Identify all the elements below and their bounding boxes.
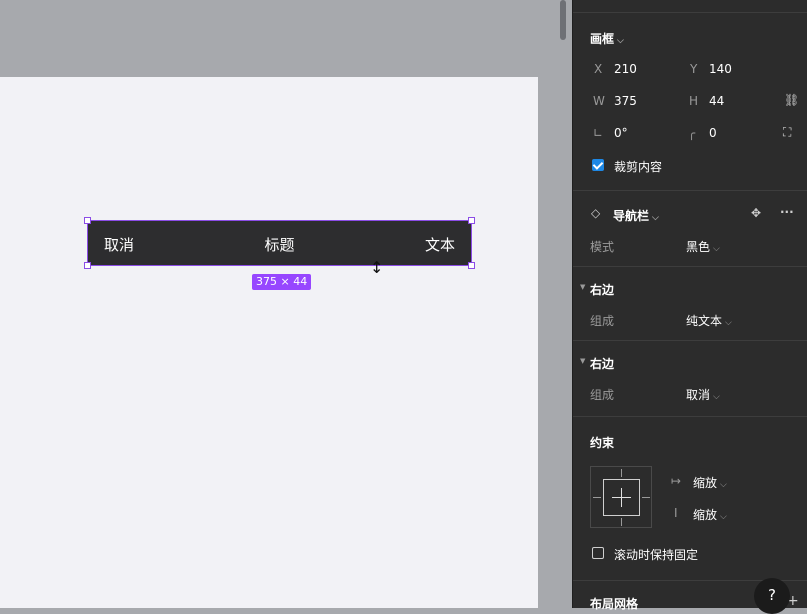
divider — [573, 340, 807, 341]
constrain-proportions-icon[interactable]: ⛓ — [784, 93, 799, 107]
horizontal-constraint-icon: ↦ — [671, 474, 682, 488]
right-side-2-title: 右边 — [590, 357, 615, 371]
chevron-down-icon: ⌵ — [720, 512, 727, 522]
go-to-main-component-icon[interactable]: ✥ — [751, 206, 761, 220]
corner-radius-icon: ╭ — [688, 126, 696, 140]
constraint-bottom-line[interactable] — [621, 518, 622, 526]
chevron-down-icon: ⌵ — [725, 318, 732, 328]
y-input[interactable]: 140 — [709, 62, 732, 76]
frame-section-title[interactable]: 画框 ⌵ — [590, 30, 624, 47]
properties-panel: 画框 ⌵ X 210 Y 140 W 375 H 44 ⛓ ∟ 0° ╭ 0 ⛶ … — [572, 0, 807, 614]
independent-corners-icon[interactable]: ⛶ — [783, 125, 791, 140]
navbar-title-text: 标题 — [264, 236, 295, 254]
y-label: Y — [690, 62, 698, 76]
component-title-label: 导航栏 — [613, 209, 650, 223]
compose-1-label: 组成 — [590, 314, 615, 328]
constraint-center-horizontal[interactable] — [612, 497, 631, 498]
constraint-widget[interactable] — [590, 466, 652, 528]
component-instance-icon: ◇ — [591, 206, 601, 220]
compose-2-value: 取消 — [686, 388, 711, 402]
rotation-input[interactable]: 0° — [614, 126, 628, 140]
constraint-top-line[interactable] — [621, 469, 622, 477]
constraint-left-line[interactable] — [593, 497, 601, 498]
navbar-right-text: 文本 — [424, 236, 455, 254]
resize-handle-bottom-right[interactable] — [468, 262, 475, 269]
more-options-icon[interactable]: ··· — [780, 205, 794, 219]
constraint-right-line[interactable] — [642, 497, 650, 498]
chevron-down-icon: ⌵ — [652, 213, 659, 223]
right-side-1-title: 右边 — [590, 283, 615, 297]
h-label: H — [689, 94, 699, 108]
horizontal-constraint-dropdown[interactable]: 缩放 ⌵ — [693, 474, 727, 491]
compose-1-value: 纯文本 — [686, 314, 723, 328]
resize-handle-bottom-left[interactable] — [84, 262, 91, 269]
vertical-constraint-icon: I — [674, 506, 678, 520]
w-label: W — [593, 94, 605, 108]
selected-navbar-component[interactable]: 取消 标题 文本 — [87, 220, 472, 266]
x-input[interactable]: 210 — [614, 62, 637, 76]
vertical-constraint-dropdown[interactable]: 缩放 ⌵ — [693, 506, 727, 523]
layout-grid-title: 布局网格 — [590, 597, 639, 611]
canvas-scrollbar[interactable] — [560, 0, 566, 40]
vertical-constraint-value: 缩放 — [693, 508, 718, 522]
compose-2-dropdown[interactable]: 取消 ⌵ — [686, 386, 720, 403]
chevron-down-icon: ⌵ — [720, 480, 727, 490]
compose-2-label: 组成 — [590, 388, 615, 402]
compose-1-dropdown[interactable]: 纯文本 ⌵ — [686, 312, 732, 329]
w-input[interactable]: 375 — [614, 94, 637, 108]
x-label: X — [594, 62, 603, 76]
constraint-inner-box — [603, 479, 640, 516]
fix-position-label: 滚动时保持固定 — [614, 548, 699, 562]
chevron-down-icon: ⌵ — [713, 244, 720, 254]
help-button[interactable]: ? — [754, 578, 790, 614]
component-section-title[interactable]: 导航栏 ⌵ — [613, 207, 659, 224]
resize-vertical-cursor-icon: ↕ — [370, 258, 384, 277]
corner-radius-input[interactable]: 0 — [709, 126, 717, 140]
divider — [573, 190, 807, 191]
resize-handle-top-left[interactable] — [84, 217, 91, 224]
fix-position-when-scrolling-checkbox[interactable] — [592, 547, 604, 559]
mode-label: 模式 — [590, 240, 615, 254]
selection-size-badge: 375 × 44 — [252, 274, 312, 290]
h-input[interactable]: 44 — [709, 94, 724, 108]
clip-content-checkbox[interactable] — [592, 159, 604, 171]
divider — [573, 12, 807, 13]
mode-value: 黑色 — [686, 240, 711, 254]
constraints-title: 约束 — [590, 436, 615, 450]
rotation-icon: ∟ — [593, 126, 604, 140]
horizontal-constraint-value: 缩放 — [693, 476, 718, 490]
collapse-triangle-icon[interactable]: ▼ — [580, 357, 585, 365]
resize-handle-top-right[interactable] — [468, 217, 475, 224]
clip-content-label: 裁剪内容 — [614, 160, 663, 174]
divider — [573, 416, 807, 417]
artboard-frame[interactable] — [0, 77, 538, 608]
collapse-triangle-icon[interactable]: ▼ — [580, 283, 585, 291]
divider — [573, 266, 807, 267]
mode-dropdown[interactable]: 黑色 ⌵ — [686, 238, 720, 255]
chevron-down-icon: ⌵ — [713, 392, 720, 402]
design-canvas[interactable]: 取消 标题 文本 375 × 44 ↕ — [0, 0, 572, 608]
frame-title-label: 画框 — [590, 32, 615, 46]
chevron-down-icon: ⌵ — [617, 36, 624, 46]
